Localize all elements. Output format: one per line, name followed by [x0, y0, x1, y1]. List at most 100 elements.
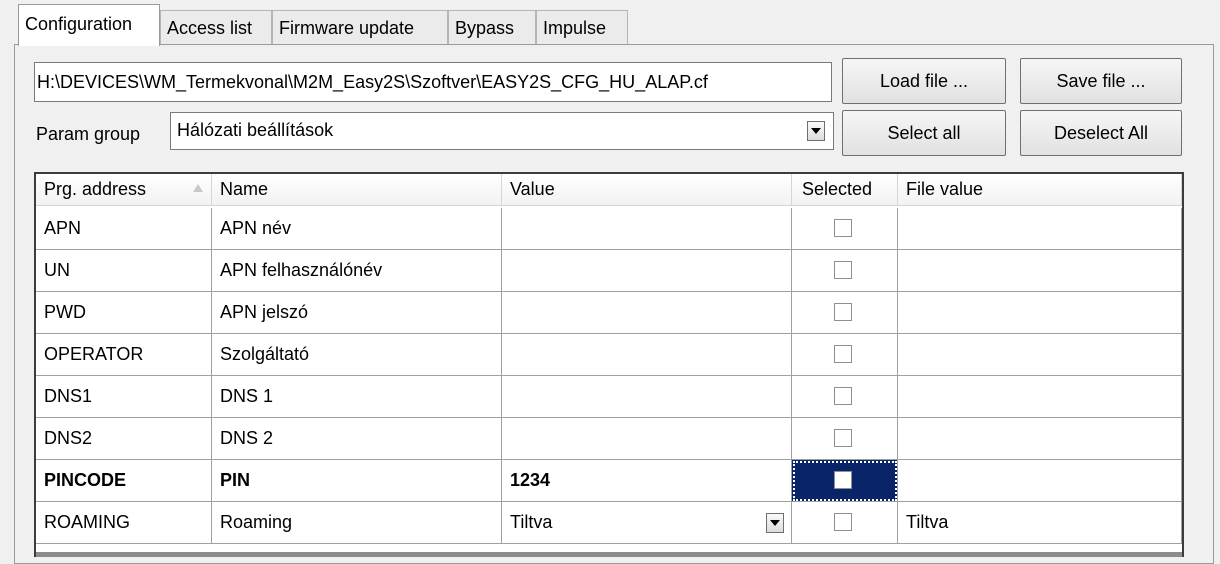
param-group-select[interactable]: Hálózati beállítások [170, 112, 834, 150]
selected-checkbox[interactable] [834, 387, 852, 405]
grid-cell-name[interactable]: DNS 1 [212, 376, 502, 418]
deselect-all-label: Deselect All [1053, 123, 1149, 143]
tab-configuration[interactable]: Configuration [18, 4, 160, 46]
grid-cell-file-value[interactable] [898, 460, 1182, 502]
grid-cell-selected[interactable] [792, 208, 898, 250]
param-group-value: Hálózati beállítások [177, 120, 334, 140]
load-file-button[interactable]: Load file ... [842, 58, 1006, 104]
grid-cell-address[interactable]: UN [36, 250, 212, 292]
grid-cell-selected[interactable] [792, 376, 898, 418]
grid-cell-text: Roaming [220, 512, 293, 532]
grid-cell-text: UN [44, 260, 70, 280]
grid-cell-selected[interactable] [792, 292, 898, 334]
load-file-label: Load file ... [879, 71, 969, 91]
grid-cell-text: DNS 2 [220, 428, 274, 448]
grid-cell-text: Szolgáltató [220, 344, 310, 364]
grid-cell-text: APN felhasználónév [220, 260, 383, 280]
grid-cell-address[interactable]: PWD [36, 292, 212, 334]
grid-cell-file-value[interactable]: Tiltva [898, 502, 1182, 544]
grid-cell-value[interactable] [502, 208, 792, 250]
grid-cell-name[interactable]: DNS 2 [212, 418, 502, 460]
select-all-label: Select all [887, 123, 961, 143]
grid-cell-value[interactable] [502, 334, 792, 376]
grid-cell-text: Tiltva [510, 512, 553, 532]
grid-cell-text: Tiltva [906, 512, 949, 532]
column-header-value[interactable]: Value [502, 174, 792, 206]
grid-cell-file-value[interactable] [898, 250, 1182, 292]
grid-cell-selected[interactable] [792, 418, 898, 460]
grid-cell-selected[interactable] [792, 250, 898, 292]
selected-checkbox[interactable] [834, 513, 852, 531]
file-path-field[interactable]: H:\DEVICES\WM_Termekvonal\M2M_Easy2S\Szo… [34, 62, 832, 102]
selected-checkbox[interactable] [834, 471, 852, 489]
sort-ascending-icon [193, 184, 203, 192]
tab-access-list[interactable]: Access list [160, 10, 272, 44]
grid-cell-text: ROAMING [44, 512, 131, 532]
tab-firmware-update[interactable]: Firmware update [272, 10, 448, 44]
grid-cell-address[interactable]: APN [36, 208, 212, 250]
grid-cell-text: APN jelszó [220, 302, 309, 322]
grid-cell-file-value[interactable] [898, 208, 1182, 250]
grid-cell-address[interactable]: ROAMING [36, 502, 212, 544]
tab-bypass[interactable]: Bypass [448, 10, 536, 44]
column-header-file-value[interactable]: File value [898, 174, 1182, 206]
tab-impulse[interactable]: Impulse [536, 10, 628, 44]
grid-cell-name[interactable]: Szolgáltató [212, 334, 502, 376]
grid-cell-selected[interactable] [792, 460, 898, 502]
grid-cell-value[interactable]: 1234 [502, 460, 792, 502]
grid-cell-address[interactable]: PINCODE [36, 460, 212, 502]
column-header-name[interactable]: Name [212, 174, 502, 206]
grid-cell-file-value[interactable] [898, 292, 1182, 334]
grid-cell-value[interactable] [502, 250, 792, 292]
grid-cell-text: 1234 [510, 470, 551, 490]
grid-cell-value[interactable] [502, 376, 792, 418]
grid-cell-name[interactable]: APN jelszó [212, 292, 502, 334]
grid-bottom-edge [36, 552, 1182, 557]
selected-checkbox[interactable] [834, 345, 852, 363]
grid-cell-value[interactable] [502, 292, 792, 334]
chevron-down-icon[interactable] [807, 121, 825, 141]
grid-cell-file-value[interactable] [898, 376, 1182, 418]
grid-cell-value[interactable]: Tiltva [502, 502, 792, 544]
selected-checkbox[interactable] [834, 219, 852, 237]
grid-cell-text: APN [44, 218, 82, 238]
grid-cell-file-value[interactable] [898, 334, 1182, 376]
column-header-prg-address[interactable]: Prg. address [36, 174, 212, 206]
grid-cell-text: DNS 1 [220, 386, 274, 406]
column-header-label: Selected [802, 179, 873, 199]
tab-label: Configuration [25, 14, 133, 34]
selected-checkbox[interactable] [834, 303, 852, 321]
grid-cell-address[interactable]: DNS1 [36, 376, 212, 418]
grid-cell-name[interactable]: Roaming [212, 502, 502, 544]
chevron-down-icon[interactable] [766, 513, 784, 533]
column-header-label: Value [510, 179, 555, 199]
grid-cell-selected[interactable] [792, 502, 898, 544]
grid-cell-text: DNS1 [44, 386, 93, 406]
grid-cell-text: PINCODE [44, 470, 127, 490]
grid-cell-address[interactable]: DNS2 [36, 418, 212, 460]
grid-cell-file-value[interactable] [898, 418, 1182, 460]
tab-label: Bypass [455, 18, 515, 38]
grid-cell-value[interactable] [502, 418, 792, 460]
select-all-button[interactable]: Select all [842, 110, 1006, 156]
param-group-label: Param group [36, 124, 141, 144]
parameter-grid: Prg. address Name Value Selected File va… [34, 172, 1184, 557]
tab-label: Access list [167, 18, 253, 38]
selected-checkbox[interactable] [834, 261, 852, 279]
column-header-selected[interactable]: Selected [792, 174, 898, 206]
selected-checkbox[interactable] [834, 429, 852, 447]
column-header-label: Prg. address [44, 179, 147, 199]
save-file-button[interactable]: Save file ... [1020, 58, 1182, 104]
column-header-label: File value [906, 179, 984, 199]
grid-cell-text: PWD [44, 302, 86, 322]
grid-cell-address[interactable]: OPERATOR [36, 334, 212, 376]
column-header-label: Name [220, 179, 269, 199]
grid-cell-name[interactable]: APN név [212, 208, 502, 250]
deselect-all-button[interactable]: Deselect All [1020, 110, 1182, 156]
grid-cell-name[interactable]: APN felhasználónév [212, 250, 502, 292]
grid-cell-name[interactable]: PIN [212, 460, 502, 502]
grid-cell-selected[interactable] [792, 334, 898, 376]
grid-cell-text: APN név [220, 218, 292, 238]
grid-cell-text: PIN [220, 470, 251, 490]
grid-cell-text: DNS2 [44, 428, 93, 448]
